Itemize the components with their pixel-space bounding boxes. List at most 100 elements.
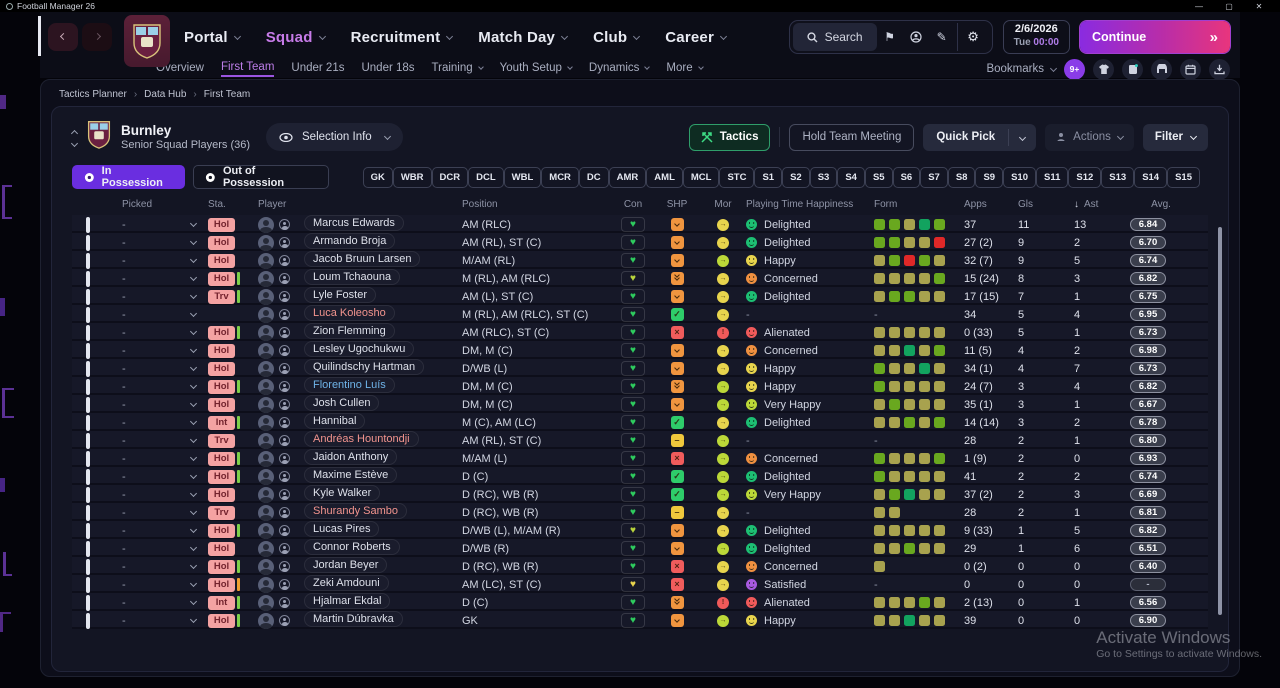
player-avatar[interactable] <box>258 288 274 305</box>
subnav-item-under-21s[interactable]: Under 21s <box>291 62 344 76</box>
picked-dropdown[interactable]: - <box>122 453 208 465</box>
hold-team-meeting-button[interactable]: Hold Team Meeting <box>789 123 915 151</box>
column-header-position[interactable]: Position <box>462 199 612 210</box>
column-header-gls[interactable]: Gls <box>1018 199 1074 210</box>
tab-out-of-possession[interactable]: Out of Possession <box>193 165 329 189</box>
subnav-item-first-team[interactable]: First Team <box>220 61 275 77</box>
column-header-sta[interactable]: Sta. <box>208 199 258 210</box>
selection-info-dropdown[interactable]: Selection Info <box>266 123 403 151</box>
player-avatar[interactable] <box>258 522 274 539</box>
player-profile-icon[interactable] <box>279 561 290 572</box>
notifications-badge[interactable]: 9+ <box>1064 58 1085 80</box>
breadcrumb-item[interactable]: Data Hub <box>144 89 186 100</box>
player-avatar[interactable] <box>258 612 274 629</box>
player-profile-icon[interactable] <box>279 219 290 230</box>
bookmarks-dropdown[interactable]: Bookmarks <box>986 63 1058 75</box>
picked-dropdown[interactable]: - <box>122 363 208 375</box>
tab-in-possession[interactable]: In Possession <box>72 165 186 189</box>
position-chip-s14[interactable]: S14 <box>1134 166 1168 188</box>
scrollbar[interactable] <box>1218 227 1222 665</box>
player-name[interactable]: Kyle Walker <box>304 485 381 501</box>
player-name[interactable]: Zeki Amdouni <box>304 575 389 591</box>
column-header-picked[interactable]: Picked <box>122 199 208 210</box>
picked-dropdown[interactable]: - <box>122 579 208 591</box>
table-row[interactable]: - Hol Kyle Walker D (RC), WB (R) ♥ ✓ → Very Hap… <box>72 485 1208 503</box>
player-name[interactable]: Josh Cullen <box>304 395 380 411</box>
player-name[interactable]: Shurandy Sambo <box>304 503 407 519</box>
club-crest[interactable] <box>124 15 170 67</box>
player-name[interactable]: Maxime Estève <box>304 467 398 483</box>
player-avatar[interactable] <box>258 594 274 611</box>
player-profile-icon[interactable] <box>279 597 290 608</box>
position-chip-wbr[interactable]: WBR <box>392 166 432 188</box>
nav-item-career[interactable]: Career <box>665 29 728 46</box>
minimize-button[interactable]: — <box>1184 2 1214 11</box>
position-chip-s1[interactable]: S1 <box>754 166 783 188</box>
row-checkbox[interactable] <box>86 576 90 593</box>
settings-icon[interactable]: ⚙ <box>956 23 989 51</box>
status-tag[interactable]: Hol <box>208 541 235 556</box>
player-avatar[interactable] <box>258 576 274 593</box>
status-tag[interactable]: Hol <box>208 469 235 484</box>
bookmark-icon[interactable]: ⚑ <box>877 23 903 51</box>
player-name[interactable]: Florentino Luís <box>304 377 395 393</box>
table-row[interactable]: - Trv Shurandy Sambo D (RC), WB (R) ♥ – → - 28 2 1… <box>72 503 1208 521</box>
player-name[interactable]: Lyle Foster <box>304 287 377 303</box>
picked-dropdown[interactable]: - <box>122 219 208 231</box>
shirt-icon[interactable] <box>1093 58 1114 80</box>
picked-dropdown[interactable]: - <box>122 471 208 483</box>
status-tag[interactable]: Hol <box>208 487 235 502</box>
status-tag[interactable]: Hol <box>208 253 235 268</box>
player-name[interactable]: Zion Flemming <box>304 323 395 339</box>
player-name[interactable]: Loum Tchaouna <box>304 269 401 285</box>
position-chip-s9[interactable]: S9 <box>975 166 1004 188</box>
table-row[interactable]: - Hol Josh Cullen DM, M (C) ♥ → Very Happy 35 (… <box>72 395 1208 413</box>
table-row[interactable]: - Hol Connor Roberts D/WB (R) ♥ → Delighted 29 1… <box>72 539 1208 557</box>
row-checkbox[interactable] <box>86 378 90 395</box>
player-name[interactable]: Lucas Pires <box>304 521 380 537</box>
player-name[interactable]: Martin Dúbravka <box>304 611 403 627</box>
picked-dropdown[interactable]: - <box>122 381 208 393</box>
picked-dropdown[interactable]: - <box>122 399 208 411</box>
position-chip-mcl[interactable]: MCL <box>682 166 720 188</box>
row-checkbox[interactable] <box>86 414 90 431</box>
table-row[interactable]: - Hol Florentino Luís DM, M (C) ♥ → Happy 24 (7… <box>72 377 1208 395</box>
dugout-icon[interactable] <box>1151 58 1172 80</box>
player-profile-icon[interactable] <box>279 237 290 248</box>
player-avatar[interactable] <box>258 468 274 485</box>
table-row[interactable]: - Trv Lyle Foster AM (L), ST (C) ♥ → Delighted… <box>72 287 1208 305</box>
player-profile-icon[interactable] <box>279 381 290 392</box>
nav-item-match-day[interactable]: Match Day <box>478 29 569 46</box>
position-chip-wbl[interactable]: WBL <box>503 166 542 188</box>
status-tag[interactable]: Trv <box>208 433 235 448</box>
position-chip-s10[interactable]: S10 <box>1003 166 1036 188</box>
position-chip-s6[interactable]: S6 <box>892 166 921 188</box>
table-row[interactable]: - Hol Jaidon Anthony M/AM (L) ♥ × → Concerned 1 … <box>72 449 1208 467</box>
row-checkbox[interactable] <box>86 540 90 557</box>
player-name[interactable]: Armando Broja <box>304 233 396 249</box>
row-checkbox[interactable] <box>86 396 90 413</box>
picked-dropdown[interactable]: - <box>122 615 208 627</box>
row-checkbox[interactable] <box>86 306 90 323</box>
nav-item-squad[interactable]: Squad <box>266 29 326 46</box>
breadcrumb-item[interactable]: Tactics Planner <box>59 89 127 100</box>
table-row[interactable]: - Hol Loum Tchaouna M (RL), AM (RLC) ♥ → Conce… <box>72 269 1208 287</box>
player-avatar[interactable] <box>258 540 274 557</box>
player-profile-icon[interactable] <box>279 273 290 284</box>
position-chip-dc[interactable]: DC <box>578 166 609 188</box>
subnav-item-dynamics[interactable]: Dynamics <box>589 62 651 76</box>
row-checkbox[interactable] <box>86 432 90 449</box>
column-header-playing-time-happiness[interactable]: Playing Time Happiness <box>746 199 874 210</box>
row-checkbox[interactable] <box>86 522 90 539</box>
player-avatar[interactable] <box>258 216 274 233</box>
player-avatar[interactable] <box>258 324 274 341</box>
picked-dropdown[interactable]: - <box>122 255 208 267</box>
player-profile-icon[interactable] <box>279 615 290 626</box>
position-chip-mcr[interactable]: MCR <box>541 166 579 188</box>
maximize-button[interactable]: ▢ <box>1214 2 1244 11</box>
column-header-apps[interactable]: Apps <box>964 199 1018 210</box>
player-avatar[interactable] <box>258 414 274 431</box>
position-chip-dcr[interactable]: DCR <box>431 166 469 188</box>
player-profile-icon[interactable] <box>279 291 290 302</box>
player-profile-icon[interactable] <box>279 579 290 590</box>
